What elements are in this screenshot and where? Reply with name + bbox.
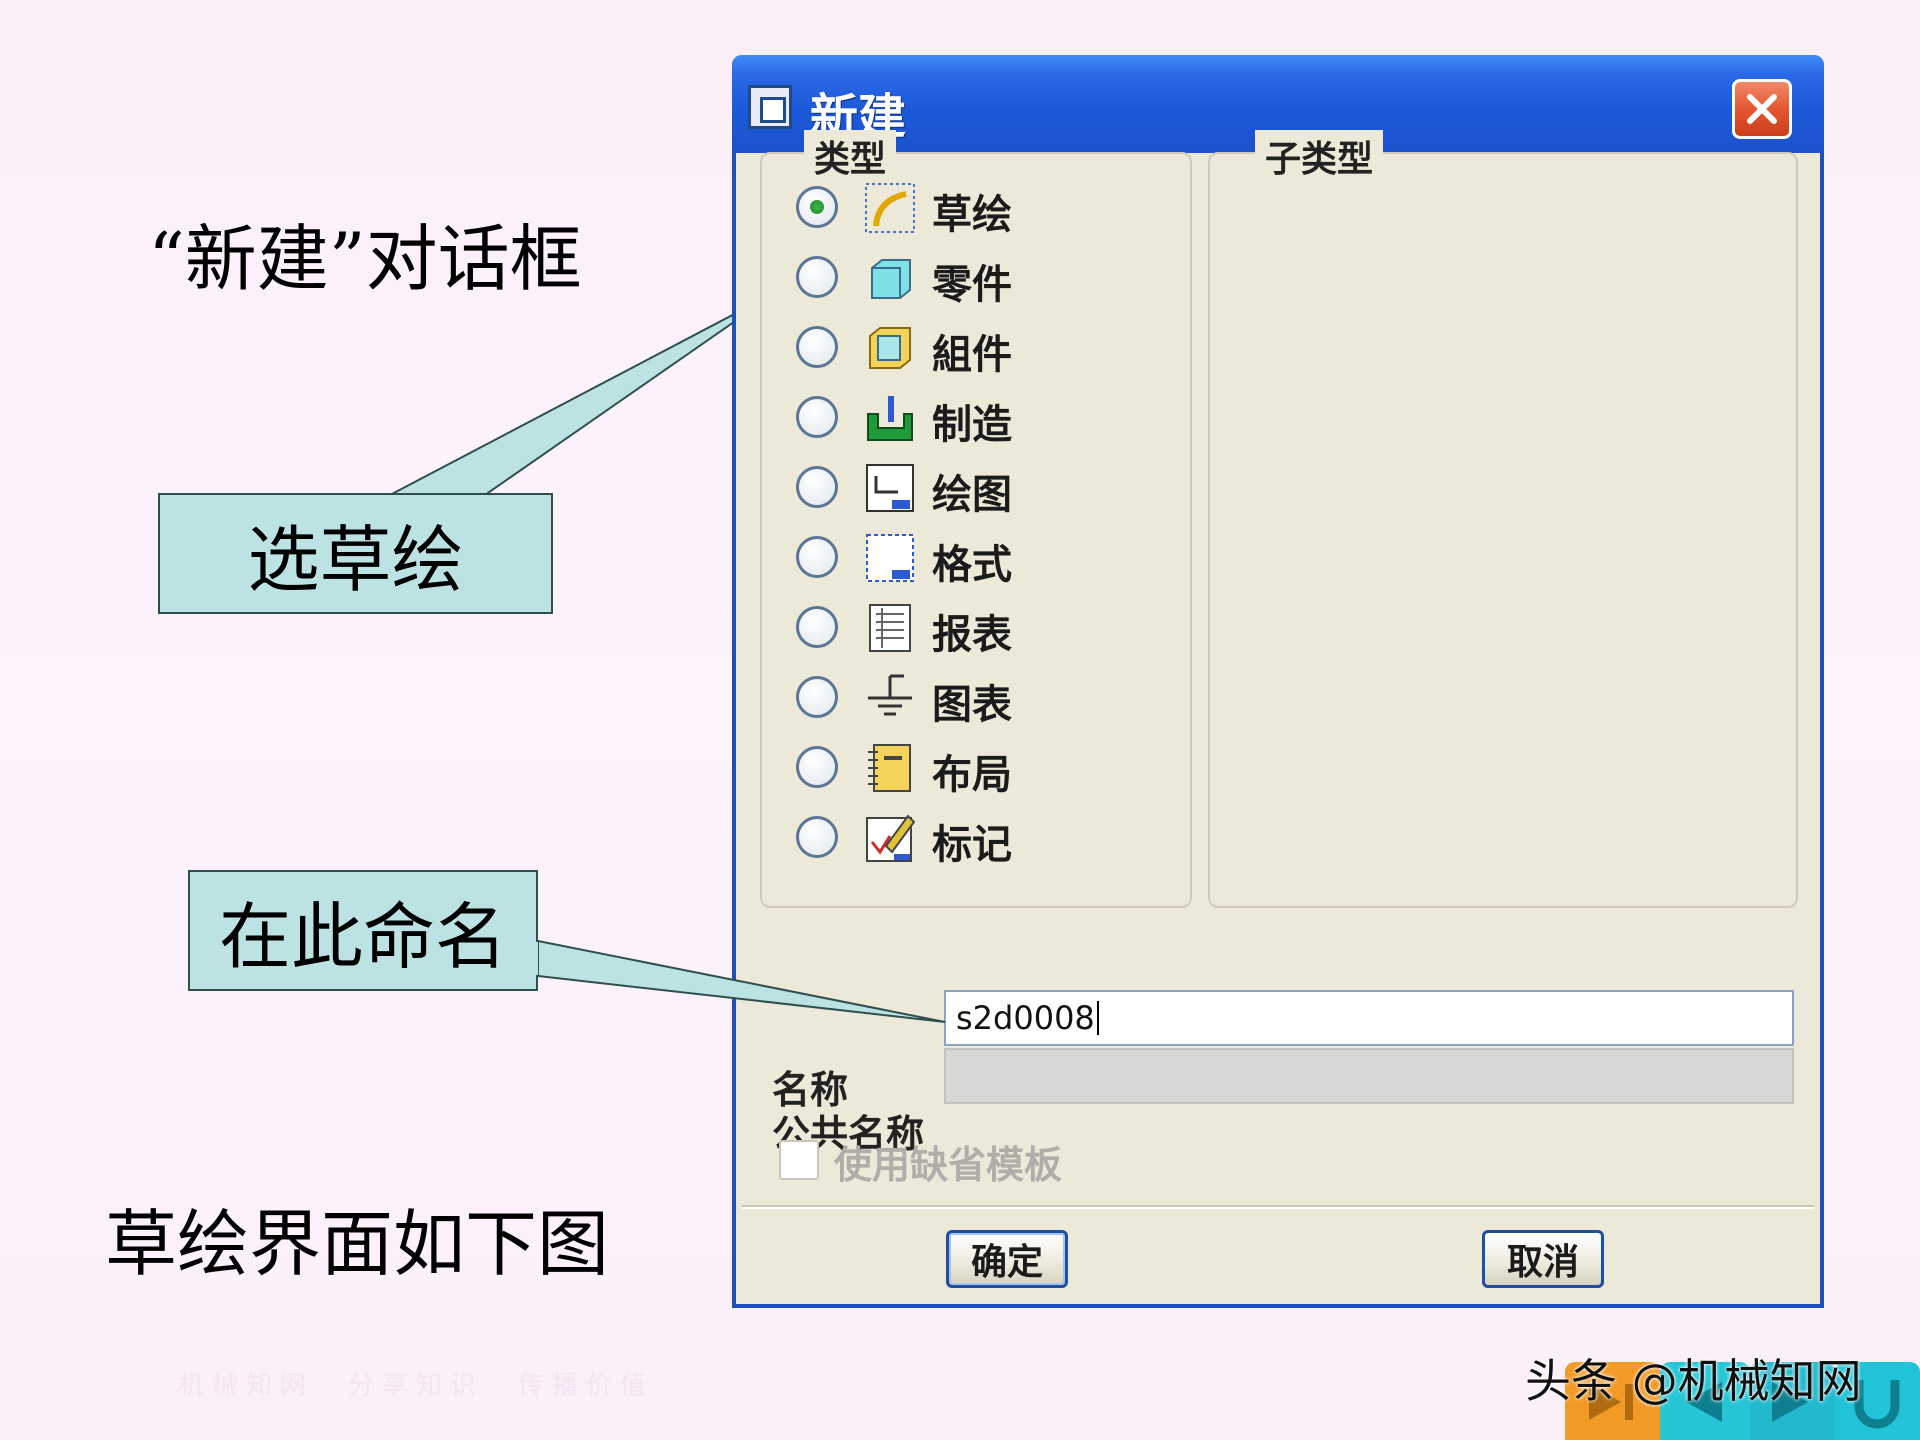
ok-button[interactable]: 确定 <box>946 1230 1068 1288</box>
dialog-body: 类型 草绘 零件 組件 制造 绘图 格式 报表 图表 布局 标记 子类型 名称 … <box>736 130 1820 1304</box>
watermark-source: 头条 @机械知网 <box>1525 1354 1862 1408</box>
type-label-format: 格式 <box>932 542 1012 588</box>
sketch-icon <box>865 183 915 233</box>
subtype-group: 子类型 <box>1208 130 1798 908</box>
type-radio-drawing[interactable] <box>796 466 838 508</box>
layout-icon <box>868 744 911 792</box>
type-option-format[interactable]: 格式 <box>762 526 1182 588</box>
type-label-layout: 布局 <box>932 752 1012 798</box>
cancel-button[interactable]: 取消 <box>1482 1230 1604 1288</box>
close-icon <box>1747 94 1777 124</box>
callout-select-sketch: 选草绘 <box>158 493 553 614</box>
type-group: 类型 草绘 零件 組件 制造 绘图 格式 报表 图表 布局 标记 <box>760 130 1192 908</box>
manufacturing-icon <box>867 396 913 441</box>
diagram-icon <box>868 674 912 716</box>
use-default-template-checkbox[interactable] <box>779 1140 819 1180</box>
type-label-diagram: 图表 <box>932 682 1012 728</box>
close-button[interactable] <box>1732 79 1792 139</box>
type-option-report[interactable]: 报表 <box>762 596 1182 658</box>
callout-sketch-tail <box>389 289 781 496</box>
format-icon <box>866 534 914 582</box>
drawing-icon <box>866 464 914 512</box>
type-radio-part[interactable] <box>796 256 838 298</box>
assembly-icon <box>869 327 911 369</box>
new-dialog: 新建 类型 草绘 零件 組件 制造 绘图 格式 报表 图表 布局 标记 子类型 … <box>732 55 1824 1308</box>
watermark-slogan: 机械知网 分享知识 传播价值 <box>178 1371 655 1401</box>
type-radio-manufacturing[interactable] <box>796 396 838 438</box>
type-radio-layout[interactable] <box>796 746 838 788</box>
type-label-manufacturing: 制造 <box>932 402 1012 448</box>
type-radio-format[interactable] <box>796 536 838 578</box>
subtype-group-label: 子类型 <box>1255 130 1384 182</box>
type-label-markup: 标记 <box>932 822 1012 868</box>
use-default-template-label: 使用缺省模板 <box>834 1143 1063 1187</box>
slide-footer-text: 草绘界面如下图 <box>105 1202 610 1286</box>
name-input-value: s2d0008 <box>956 999 1095 1037</box>
type-option-layout[interactable]: 布局 <box>762 736 1182 798</box>
window-icon <box>748 85 792 129</box>
type-label-report: 报表 <box>932 612 1012 658</box>
callout-name-here: 在此命名 <box>188 870 538 991</box>
type-option-manufacturing[interactable]: 制造 <box>762 386 1182 448</box>
button-separator <box>742 1205 1814 1209</box>
part-icon <box>871 259 911 299</box>
type-option-diagram[interactable]: 图表 <box>762 666 1182 728</box>
slide-heading: “新建”对话框 <box>148 217 582 301</box>
type-label-sketch: 草绘 <box>932 192 1012 238</box>
markup-icon <box>866 814 916 862</box>
type-radio-report[interactable] <box>796 606 838 648</box>
text-caret <box>1096 1001 1099 1035</box>
type-radio-sketch[interactable] <box>796 186 838 228</box>
type-option-markup[interactable]: 标记 <box>762 806 1182 868</box>
type-radio-assembly[interactable] <box>796 326 838 368</box>
type-label-assembly: 組件 <box>932 332 1012 378</box>
type-radio-markup[interactable] <box>796 816 838 858</box>
type-option-assembly[interactable]: 組件 <box>762 316 1182 378</box>
type-label-drawing: 绘图 <box>932 472 1012 518</box>
type-radio-diagram[interactable] <box>796 676 838 718</box>
type-option-drawing[interactable]: 绘图 <box>762 456 1182 518</box>
type-label-part: 零件 <box>932 262 1012 308</box>
type-option-part[interactable]: 零件 <box>762 246 1182 308</box>
report-icon <box>869 604 911 652</box>
type-option-sketch[interactable]: 草绘 <box>762 176 1182 238</box>
name-input[interactable]: s2d0008 <box>944 990 1794 1046</box>
common-name-input[interactable] <box>944 1048 1794 1104</box>
type-group-label: 类型 <box>804 130 897 182</box>
